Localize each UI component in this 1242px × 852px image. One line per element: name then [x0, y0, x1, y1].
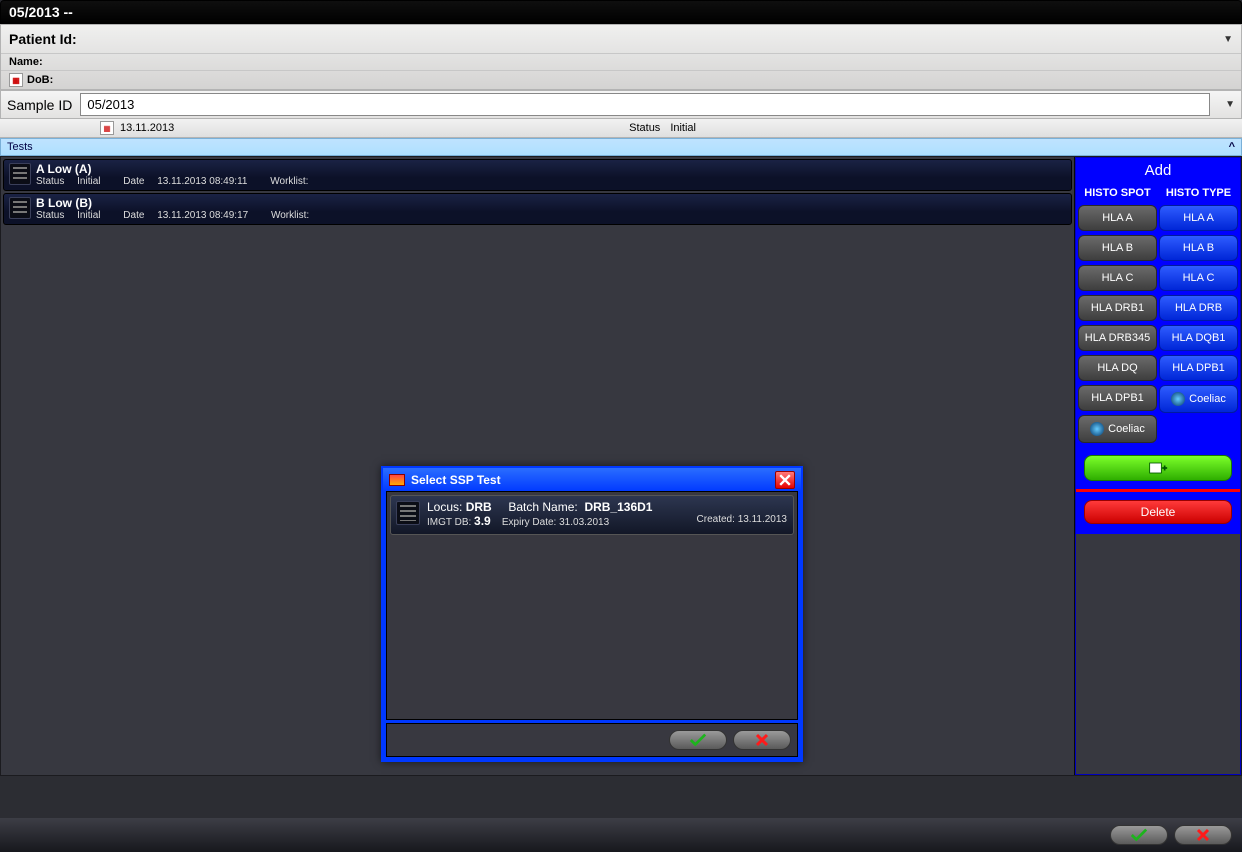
add-confirm-button[interactable]: [1084, 455, 1232, 481]
add-panel: Add HISTO SPOT HLA A HLA B HLA C HLA DRB…: [1075, 157, 1241, 775]
delete-button[interactable]: Delete: [1084, 500, 1232, 524]
sample-status-label: Status: [629, 122, 660, 134]
calendar-icon[interactable]: ▦: [100, 121, 114, 135]
test-meta: Status Initial Date 13.11.2013 08:49:11 …: [36, 176, 1065, 187]
sample-id-input[interactable]: [80, 93, 1210, 116]
dialog-close-button[interactable]: [775, 471, 795, 489]
dialog-cancel-button[interactable]: [733, 730, 791, 750]
col-header-histo-spot: HISTO SPOT: [1078, 185, 1157, 201]
histo-spot-column: HISTO SPOT HLA A HLA B HLA C HLA DRB1 HL…: [1078, 185, 1157, 443]
add-type-hla-c-button[interactable]: HLA C: [1159, 265, 1238, 291]
add-type-hla-drb-button[interactable]: HLA DRB: [1159, 295, 1238, 321]
sample-id-label: Sample ID: [7, 97, 72, 113]
coeliac-icon: [1171, 392, 1185, 406]
add-type-hla-a-button[interactable]: HLA A: [1159, 205, 1238, 231]
bottom-bar: [0, 818, 1242, 852]
page-ok-button[interactable]: [1110, 825, 1168, 845]
app-root: { "title_bar": "05/2013 --", "patient": …: [0, 0, 1242, 852]
patient-name-row: Name:: [1, 53, 1241, 71]
page-cancel-button[interactable]: [1174, 825, 1232, 845]
add-hla-a-button[interactable]: HLA A: [1078, 205, 1157, 231]
dialog-titlebar[interactable]: Select SSP Test: [383, 468, 801, 492]
add-hla-dpb1-button[interactable]: HLA DPB1: [1078, 385, 1157, 411]
collapse-icon[interactable]: ^: [1229, 141, 1235, 153]
add-coeliac-type-button[interactable]: Coeliac: [1159, 385, 1238, 413]
ssp-line2: IMGT DB: 3.9 Expiry Date: 31.03.2013 Cre…: [427, 514, 787, 528]
dialog-body: Locus: DRB Batch Name: DRB_136D1 IMGT DB…: [386, 491, 798, 720]
dialog-footer: [386, 723, 798, 757]
sample-sub-row: ▦ 13.11.2013 Status Initial: [0, 119, 1242, 138]
sample-row: Sample ID ▼: [0, 90, 1242, 119]
tests-list: A Low (A) Status Initial Date 13.11.2013…: [1, 157, 1075, 775]
test-title: B Low (B): [36, 196, 1065, 210]
divider: [1076, 489, 1240, 492]
coeliac-icon: [1090, 422, 1104, 436]
add-hla-drb345-button[interactable]: HLA DRB345: [1078, 325, 1157, 351]
plate-icon: [396, 501, 420, 525]
patient-dob-row: ▦ DoB:: [1, 71, 1241, 89]
dialog-ok-button[interactable]: [669, 730, 727, 750]
add-columns: HISTO SPOT HLA A HLA B HLA C HLA DRB1 HL…: [1076, 185, 1240, 443]
add-panel-title: Add: [1076, 158, 1240, 185]
tests-area: A Low (A) Status Initial Date 13.11.2013…: [0, 156, 1242, 776]
add-coeliac-spot-button[interactable]: Coeliac: [1078, 415, 1157, 443]
panel-filler: [1076, 534, 1240, 774]
patient-id-label: Patient Id:: [9, 31, 77, 47]
patient-id-row: Patient Id: ▼: [1, 25, 1241, 53]
add-type-hla-b-button[interactable]: HLA B: [1159, 235, 1238, 261]
sample-date: 13.11.2013: [120, 122, 174, 134]
sample-dropdown-icon[interactable]: ▼: [1225, 99, 1235, 110]
patient-id-dropdown-icon[interactable]: ▼: [1223, 34, 1233, 45]
add-hla-drb1-button[interactable]: HLA DRB1: [1078, 295, 1157, 321]
dialog-app-icon: [389, 474, 405, 486]
dialog-title-text: Select SSP Test: [411, 473, 501, 487]
tests-header-label: Tests: [7, 141, 33, 153]
window-title-text: 05/2013 --: [9, 4, 73, 20]
test-item[interactable]: B Low (B) Status Initial Date 13.11.2013…: [3, 193, 1072, 225]
histo-type-column: HISTO TYPE HLA A HLA B HLA C HLA DRB HLA…: [1159, 185, 1238, 443]
plate-icon: [9, 197, 31, 219]
test-item[interactable]: A Low (A) Status Initial Date 13.11.2013…: [3, 159, 1072, 191]
add-hla-dq-button[interactable]: HLA DQ: [1078, 355, 1157, 381]
test-title: A Low (A): [36, 162, 1065, 176]
sample-status-value: Initial: [670, 122, 696, 134]
plate-icon: [9, 163, 31, 185]
select-ssp-test-dialog: Select SSP Test Locus: DRB Batch Name: D…: [381, 466, 803, 762]
calendar-icon[interactable]: ▦: [9, 73, 23, 87]
col-header-histo-type: HISTO TYPE: [1159, 185, 1238, 201]
test-meta: Status Initial Date 13.11.2013 08:49:17 …: [36, 210, 1065, 221]
window-title: 05/2013 --: [0, 0, 1242, 24]
ssp-test-item[interactable]: Locus: DRB Batch Name: DRB_136D1 IMGT DB…: [390, 495, 794, 535]
patient-header: Patient Id: ▼ Name: ▦ DoB:: [0, 24, 1242, 90]
ssp-line1: Locus: DRB Batch Name: DRB_136D1: [427, 500, 787, 514]
patient-dob-label: DoB:: [27, 74, 53, 86]
add-type-hla-dqb1-button[interactable]: HLA DQB1: [1159, 325, 1238, 351]
add-type-hla-dpb1-button[interactable]: HLA DPB1: [1159, 355, 1238, 381]
patient-name-label: Name:: [9, 56, 43, 68]
add-hla-b-button[interactable]: HLA B: [1078, 235, 1157, 261]
tests-section-header[interactable]: Tests ^: [0, 138, 1242, 156]
add-hla-c-button[interactable]: HLA C: [1078, 265, 1157, 291]
